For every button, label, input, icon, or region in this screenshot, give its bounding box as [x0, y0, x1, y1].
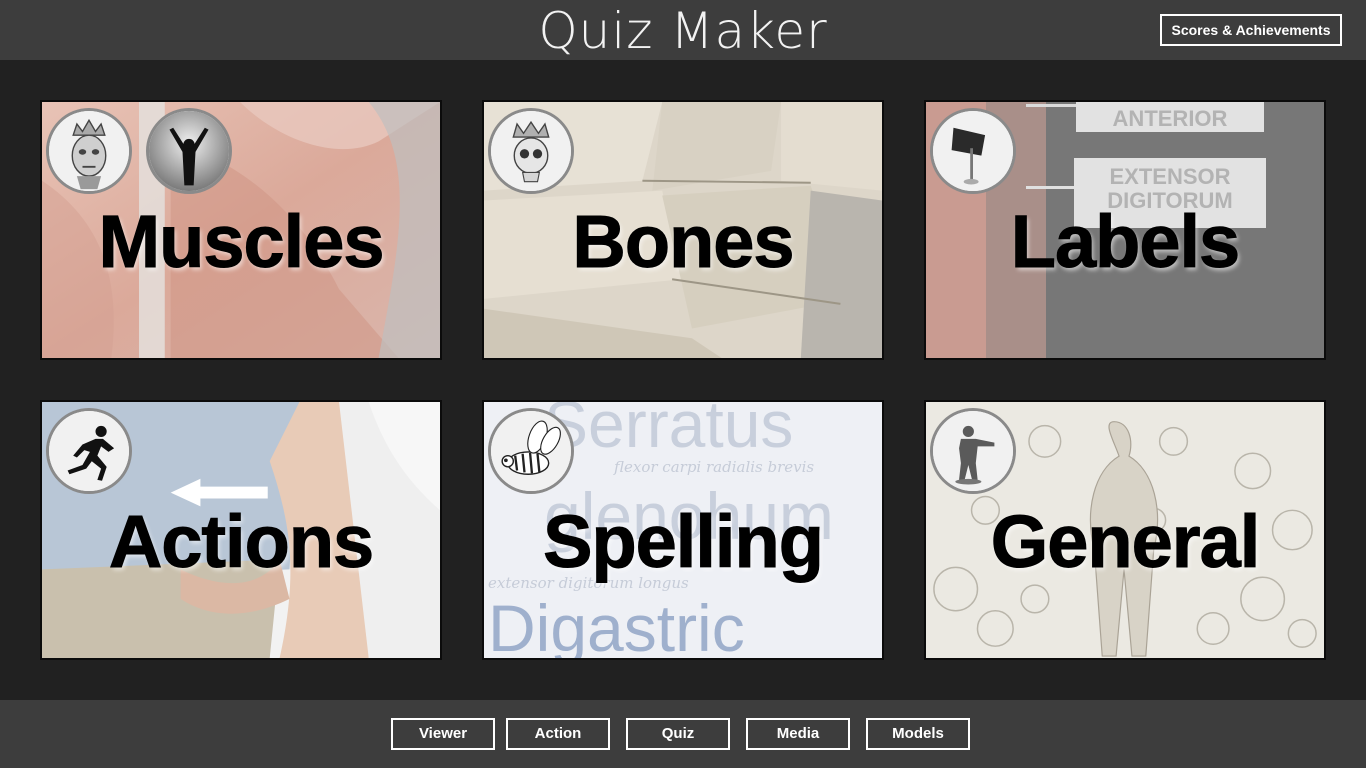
sprinter-icon: [46, 408, 132, 494]
toy-soldier-icon: [930, 408, 1016, 494]
tile-label-general: General: [990, 500, 1261, 583]
tile-actions[interactable]: Actions: [40, 400, 442, 660]
tile-label-muscles: Muscles: [98, 200, 385, 283]
tile-label-actions: Actions: [108, 500, 374, 583]
tile-labels[interactable]: ANTERIOR EXTENSOR DIGITORUM Labels: [924, 100, 1326, 360]
tile-spelling[interactable]: Serratus flexor carpi radialis brevis gl…: [482, 400, 884, 660]
scores-achievements-button[interactable]: Scores & Achievements: [1160, 14, 1342, 46]
viewer-button[interactable]: Viewer: [391, 718, 495, 750]
tile-bones[interactable]: Bones: [482, 100, 884, 360]
tile-label-spelling: Spelling: [543, 500, 825, 583]
tile-label-bones: Bones: [572, 200, 795, 283]
skull-king-icon: [46, 108, 132, 194]
raised-arms-figure-icon: [146, 108, 232, 194]
media-button[interactable]: Media: [746, 718, 850, 750]
crowned-skull-icon: [488, 108, 574, 194]
top-app-bar: Quiz Maker Scores & Achievements: [0, 0, 1366, 60]
quiz-button[interactable]: Quiz: [626, 718, 730, 750]
spelling-bg-word-digastric: Digastric: [488, 591, 745, 660]
tile-label-labels: Labels: [1010, 200, 1240, 283]
bottom-app-bar: Viewer Action Quiz Media Models: [0, 700, 1366, 768]
models-button[interactable]: Models: [866, 718, 970, 750]
flag-icon: [930, 108, 1016, 194]
action-button[interactable]: Action: [506, 718, 610, 750]
tile-general[interactable]: General: [924, 400, 1326, 660]
spelling-bg-word-serratus: Serratus: [544, 400, 794, 461]
spelling-bg-word-flexor: flexor carpi radialis brevis: [614, 458, 815, 476]
spelling-bee-icon: [488, 408, 574, 494]
tile-muscles[interactable]: Muscles: [40, 100, 442, 360]
